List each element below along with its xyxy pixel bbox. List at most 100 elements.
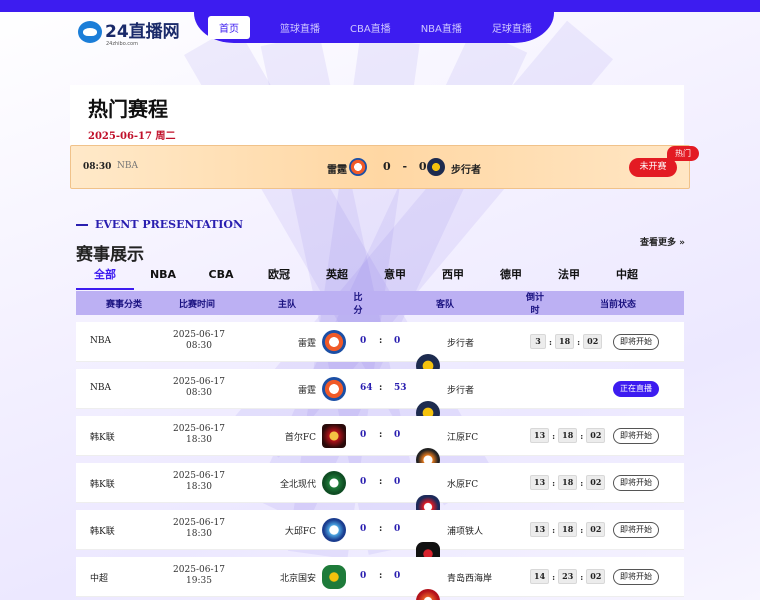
title-bar-icon (76, 223, 88, 226)
row-away-score: 0 (394, 336, 401, 346)
countdown-hours: 3 (530, 334, 546, 349)
row-time: 2025-06-17 18:30 (173, 471, 225, 492)
thunder-logo-icon (322, 330, 346, 354)
table-row[interactable]: NBA 2025-06-17 08:30 雷霆 64 : 53 步行者 正在直播 (76, 369, 684, 425)
row-home-score: 0 (360, 477, 367, 487)
score-separator: : (379, 571, 383, 581)
tab-laliga[interactable]: 西甲 (424, 264, 482, 290)
top-bar (0, 0, 760, 12)
nav-basketball[interactable]: 篮球直播 (280, 17, 320, 38)
double-chevron-right-icon: » (679, 238, 685, 248)
table-row[interactable]: 中超 2025-06-17 19:35 北京国安 0 : 0 青岛西海岸 14: … (76, 557, 684, 600)
status-button[interactable]: 即将开始 (613, 475, 659, 491)
hot-badge: 热门 (667, 146, 699, 161)
row-away: 步行者 (447, 339, 475, 349)
nav-football[interactable]: 足球直播 (492, 17, 532, 38)
logo-icon (78, 21, 102, 43)
countdown: 13: 18: 02 (530, 475, 606, 490)
countdown-hours: 14 (530, 569, 550, 584)
table-row[interactable]: 韩K联 2025-06-17 18:30 首尔FC 0 : 0 江原FC 13: … (76, 416, 684, 472)
status-button[interactable]: 即将开始 (613, 522, 659, 538)
row-home-score: 0 (360, 430, 367, 440)
tab-ucl[interactable]: 欧冠 (250, 264, 308, 290)
row-league: NBA (90, 336, 111, 346)
row-away-score: 0 (394, 524, 401, 534)
hot-schedule-date: 2025-06-17 周二 (88, 131, 176, 142)
tab-epl[interactable]: 英超 (308, 264, 366, 290)
beijing-guoan-logo-icon (322, 565, 346, 589)
row-away: 步行者 (447, 386, 475, 396)
score-separator: : (379, 524, 383, 534)
event-presentation-label: EVENT PRESENTATION (76, 218, 243, 231)
score-separator: : (379, 477, 383, 487)
tab-seriea[interactable]: 意甲 (366, 264, 424, 290)
row-time: 2025-06-17 19:35 (173, 565, 225, 586)
row-league: 中超 (90, 574, 109, 584)
countdown-minutes: 18 (555, 334, 575, 349)
tab-nba[interactable]: NBA (134, 264, 192, 290)
tab-cba[interactable]: CBA (192, 264, 250, 290)
seoul-fc-logo-icon (322, 424, 346, 448)
row-home-score: 0 (360, 524, 367, 534)
league-tabs: 全部 NBA CBA 欧冠 英超 意甲 西甲 德甲 法甲 中超 (76, 264, 684, 290)
hot-match-home: 雷霆 (327, 165, 347, 176)
row-home: 北京国安 (279, 574, 316, 584)
status-button[interactable]: 即将开始 (613, 569, 659, 585)
live-status-button[interactable]: 正在直播 (613, 381, 659, 397)
jeonbuk-logo-icon (322, 471, 346, 495)
row-home: 雷霆 (297, 339, 316, 349)
countdown-minutes: 23 (558, 569, 578, 584)
tab-ligue1[interactable]: 法甲 (540, 264, 598, 290)
countdown-minutes: 18 (558, 475, 578, 490)
countdown-seconds: 02 (583, 334, 603, 349)
col-home: 主队 (277, 299, 296, 310)
logo-text: 24直播网 (105, 21, 180, 42)
table-row[interactable]: NBA 2025-06-17 08:30 雷霆 0 : 0 步行者 3: 18: … (76, 322, 684, 378)
event-eng-title: EVENT PRESENTATION (95, 218, 244, 231)
event-title: 赛事展示 (76, 245, 144, 265)
hot-match-league: NBA (117, 161, 138, 171)
site-logo[interactable]: 24直播网 24zhibo.com (78, 18, 180, 47)
row-away: 江原FC (447, 433, 479, 443)
row-away-score: 0 (394, 571, 401, 581)
nav-home[interactable]: 首页 (208, 16, 250, 39)
countdown-hours: 13 (530, 522, 550, 537)
view-more-text: 查看更多 (640, 238, 677, 248)
view-more-link[interactable]: 查看更多 » (640, 235, 685, 248)
status-button[interactable]: 即将开始 (613, 428, 659, 444)
hot-match-row[interactable]: 08:30 NBA 雷霆 0 - 0 步行者 未开赛 热门 (70, 145, 699, 189)
hot-match-score: 0 - 0 (383, 160, 431, 173)
countdown: 14: 23: 02 (530, 569, 606, 584)
row-away: 青岛西海岸 (447, 574, 493, 584)
thunder-logo-icon (322, 377, 346, 401)
countdown-seconds: 02 (586, 475, 606, 490)
table-row[interactable]: 韩K联 2025-06-17 18:30 大邱FC 0 : 0 浦项铁人 13: … (76, 510, 684, 566)
row-time: 2025-06-17 08:30 (173, 377, 225, 398)
table-row[interactable]: 韩K联 2025-06-17 18:30 全北现代 0 : 0 水原FC 13: … (76, 463, 684, 519)
hot-match-away: 步行者 (451, 165, 481, 176)
row-home: 全北现代 (279, 480, 316, 490)
score-separator: : (379, 430, 383, 440)
row-time: 2025-06-17 18:30 (173, 518, 225, 539)
tab-all[interactable]: 全部 (76, 264, 134, 290)
tab-csl[interactable]: 中超 (598, 264, 656, 290)
row-away-score: 53 (394, 383, 407, 393)
row-away: 浦项铁人 (447, 527, 484, 537)
nav-cba[interactable]: CBA直播 (350, 17, 391, 38)
countdown-minutes: 18 (558, 522, 578, 537)
match-list: NBA 2025-06-17 08:30 雷霆 0 : 0 步行者 3: 18: … (76, 322, 684, 600)
countdown: 3: 18: 02 (530, 334, 603, 349)
score-separator: : (379, 383, 383, 393)
status-button[interactable]: 即将开始 (613, 334, 659, 350)
col-away: 客队 (435, 299, 454, 310)
row-home-score: 64 (360, 383, 373, 393)
row-league: 韩K联 (90, 527, 115, 537)
col-status: 当前状态 (599, 299, 636, 310)
tab-bundesliga[interactable]: 德甲 (482, 264, 540, 290)
nav-nba[interactable]: NBA直播 (421, 17, 462, 38)
countdown-hours: 13 (530, 475, 550, 490)
table-header: 赛事分类 比赛时间 主队 比分 客队 倒计时 当前状态 (76, 291, 684, 316)
countdown-minutes: 18 (558, 428, 578, 443)
row-home: 首尔FC (284, 433, 316, 443)
row-league: 韩K联 (90, 433, 115, 443)
